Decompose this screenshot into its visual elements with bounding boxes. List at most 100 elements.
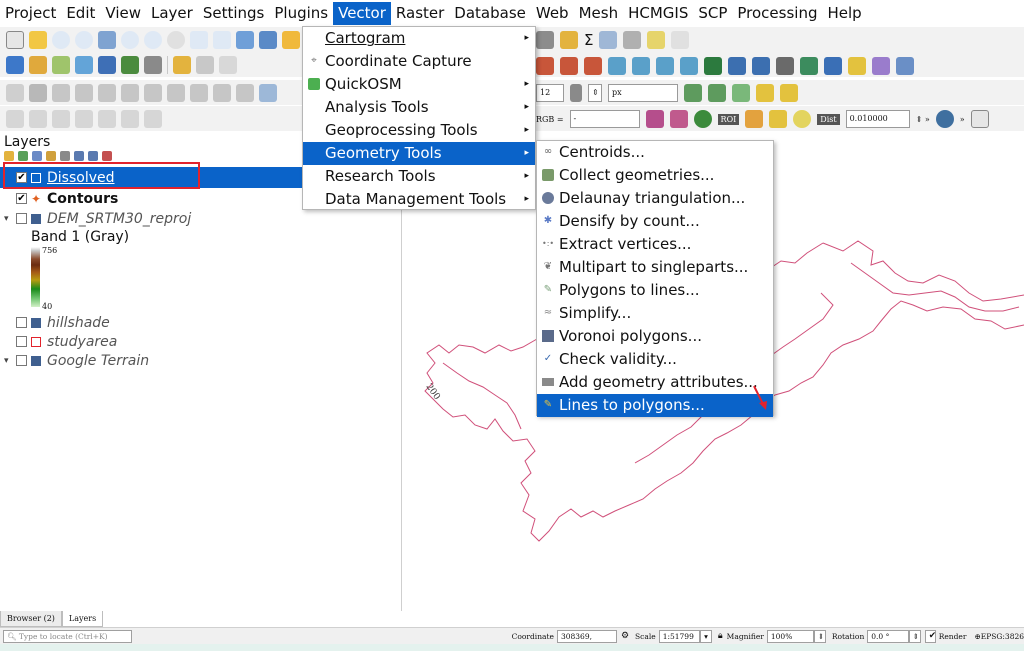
collapse-all-icon[interactable] <box>88 151 98 161</box>
add-spatialite-icon[interactable] <box>75 55 93 74</box>
digitize-tool-d-icon[interactable] <box>608 57 626 75</box>
menu-item-check-validity[interactable]: ✓ Check validity... <box>537 348 773 371</box>
menu-edit[interactable]: Edit <box>61 2 100 25</box>
search-icon[interactable] <box>671 30 690 49</box>
menu-item-simplify[interactable]: ≈ Simplify... <box>537 302 773 325</box>
show-label-icon[interactable] <box>98 83 116 102</box>
menu-database[interactable]: Database <box>449 2 531 25</box>
pan-to-selection-icon[interactable] <box>29 30 47 49</box>
magnifier-field[interactable]: 100% <box>766 629 814 643</box>
bookmark-icon[interactable] <box>282 30 300 49</box>
menu-layer[interactable]: Layer <box>146 2 198 25</box>
zoom-native-icon[interactable] <box>167 30 185 49</box>
vertex-tool-icon[interactable] <box>29 83 47 102</box>
coordinate-field[interactable]: 308369, 2760887 <box>556 629 617 651</box>
menu-vector[interactable]: Vector <box>333 2 391 25</box>
magnifier-spinner[interactable]: ⇕ <box>813 629 826 643</box>
zoom-roi-icon[interactable] <box>693 110 712 128</box>
offset-icon[interactable] <box>780 84 798 102</box>
style-icon[interactable] <box>259 83 277 102</box>
identify-icon[interactable] <box>536 30 554 49</box>
move-label-icon[interactable] <box>121 83 139 102</box>
menu-item-centroids[interactable]: ∞ Centroids... <box>537 141 773 164</box>
menu-item-extract-vertices[interactable]: •:• Extract vertices... <box>537 233 773 256</box>
scp-tool-2-icon[interactable] <box>29 109 47 128</box>
layer-row-contours[interactable]: ✔ ✦ Contours <box>0 188 118 209</box>
settings-gear-icon[interactable] <box>560 30 578 49</box>
redo-icon[interactable] <box>793 110 812 128</box>
chart-tool-icon[interactable] <box>872 57 890 75</box>
menu-hcmgis[interactable]: HCMGIS <box>623 2 693 25</box>
add-vector-layer-icon[interactable] <box>6 55 24 74</box>
menu-mesh[interactable]: Mesh <box>574 2 624 25</box>
menu-item-geoprocessing-tools[interactable]: Geoprocessing Tools ▸ <box>303 119 535 142</box>
dist-field[interactable]: 0.010000 <box>845 110 910 128</box>
layer-row-studyarea[interactable]: studyarea <box>0 331 117 352</box>
render-checkbox[interactable]: ✔ <box>924 629 936 643</box>
coordinate-toggle-icon[interactable]: ⚙ <box>621 631 629 641</box>
layer-checkbox-google-terrain[interactable] <box>16 355 27 366</box>
layer-checkbox-contours[interactable]: ✔ <box>16 193 27 204</box>
zoom-full-icon[interactable] <box>98 30 116 49</box>
add-mesh-icon[interactable] <box>144 55 162 74</box>
save-edits-icon[interactable] <box>196 55 214 74</box>
menu-item-quickosm[interactable]: QuickOSM ▸ <box>303 73 535 96</box>
menu-raster[interactable]: Raster <box>391 2 449 25</box>
add-postgis-icon[interactable] <box>98 55 116 74</box>
zoom-next-icon[interactable] <box>213 30 231 49</box>
scp-tool-7-icon[interactable] <box>144 109 162 128</box>
measure-icon[interactable] <box>623 30 642 49</box>
layer-row-google-terrain[interactable]: ▾ Google Terrain <box>0 350 149 371</box>
zoom-selection-icon[interactable] <box>121 30 139 49</box>
layer-checkbox-hillshade[interactable] <box>16 317 27 328</box>
label-options-icon[interactable] <box>213 83 231 102</box>
y-tool-icon[interactable] <box>684 84 702 102</box>
rgb-combo[interactable]: - <box>569 110 640 128</box>
zoom-layer-icon[interactable] <box>144 30 162 49</box>
menu-view[interactable]: View <box>100 2 146 25</box>
digitize-tool-a-icon[interactable] <box>536 57 554 75</box>
menu-web[interactable]: Web <box>531 2 574 25</box>
window-icon[interactable] <box>970 110 989 128</box>
zoom-out-icon[interactable] <box>75 30 93 49</box>
toolbar-overflow-icon[interactable]: ⇕ » <box>916 115 930 124</box>
style-manager-icon[interactable] <box>4 151 14 161</box>
split-icon[interactable] <box>756 84 774 102</box>
reshape-icon[interactable] <box>708 84 726 102</box>
layer-row-hillshade[interactable]: hillshade <box>0 312 110 333</box>
menu-item-add-geometry-attributes[interactable]: Add geometry attributes... <box>537 371 773 394</box>
expand-arrow-icon[interactable]: ▾ <box>4 214 14 224</box>
digitize-tool-e-icon[interactable] <box>632 57 650 75</box>
scale-combo[interactable]: 1:51799 <box>658 629 701 643</box>
tool-blue-icon[interactable] <box>824 57 842 75</box>
menu-item-coordinate-capture[interactable]: ⌖ Coordinate Capture <box>303 50 535 73</box>
menu-plugins[interactable]: Plugins <box>269 2 333 25</box>
menu-item-voronoi-polygons[interactable]: Voronoi polygons... <box>537 325 773 348</box>
triangle-icon[interactable] <box>704 57 722 75</box>
roi-tool-icon[interactable] <box>745 110 764 128</box>
lock-icon[interactable]: 🔒︎ <box>718 631 723 641</box>
add-feature-icon[interactable] <box>219 55 237 74</box>
scp-tool-5-icon[interactable] <box>98 109 116 128</box>
add-group-icon[interactable] <box>18 151 28 161</box>
zoom-in-icon[interactable] <box>52 30 70 49</box>
rotation-spinner[interactable]: ⇕ <box>908 629 921 643</box>
remove-layer-icon[interactable] <box>102 151 112 161</box>
label-pin-icon[interactable] <box>236 83 254 102</box>
menu-processing[interactable]: Processing <box>732 2 822 25</box>
tool-yellow-icon[interactable] <box>848 57 866 75</box>
classification-icon[interactable] <box>645 110 664 128</box>
scp-tool-3-icon[interactable] <box>52 109 70 128</box>
change-label-icon[interactable] <box>167 83 185 102</box>
menu-project[interactable]: Project <box>0 2 61 25</box>
menu-item-research-tools[interactable]: Research Tools ▸ <box>303 165 535 188</box>
menu-item-analysis-tools[interactable]: Analysis Tools ▸ <box>303 96 535 119</box>
digitize-tool-g-icon[interactable] <box>680 57 698 75</box>
roi-button[interactable]: ROI <box>717 113 740 125</box>
pan-icon[interactable] <box>6 30 24 49</box>
tips-icon[interactable] <box>647 30 666 49</box>
menu-item-cartogram[interactable]: Cartogram ▸ <box>303 27 535 50</box>
new-3d-view-icon[interactable] <box>259 30 277 49</box>
menu-item-geometry-tools[interactable]: Geometry Tools ▸ <box>303 142 535 165</box>
crs-button[interactable]: ⊕EPSG:3826 <box>974 632 1024 641</box>
